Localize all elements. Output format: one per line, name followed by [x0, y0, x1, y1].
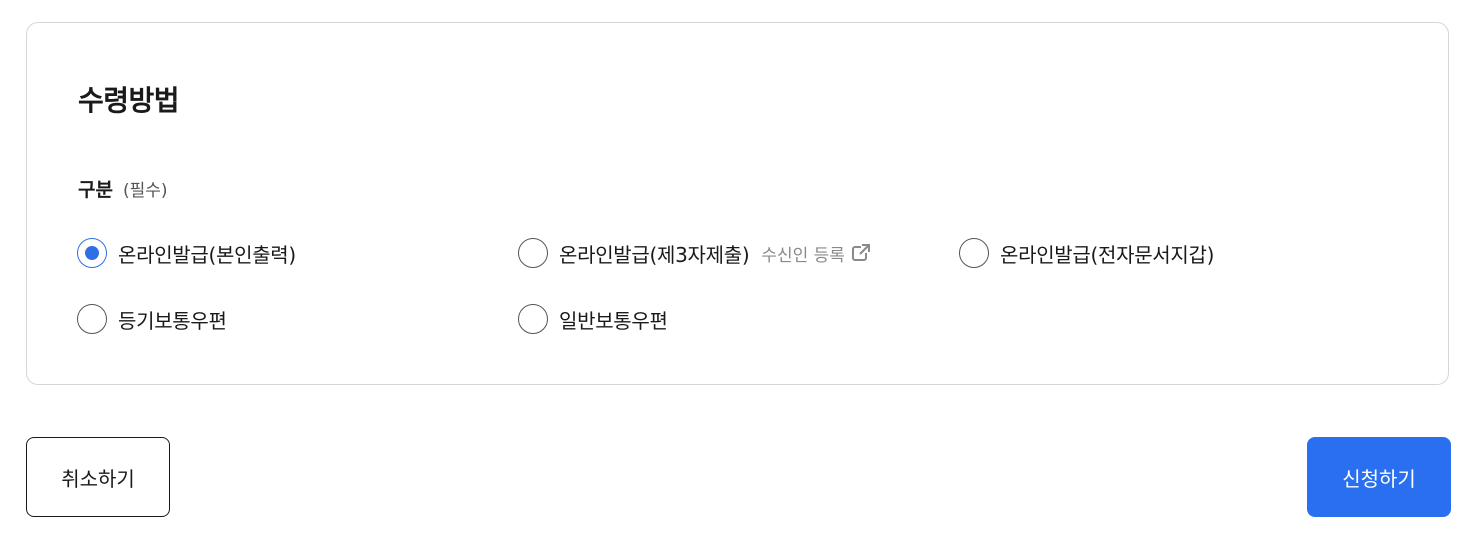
radio-dot — [85, 246, 99, 260]
radio-option-label: 일반보통우편 — [559, 308, 668, 333]
radio-option-online-digital-wallet[interactable]: 온라인발급(전자문서지갑) — [959, 237, 1214, 269]
radio-option-label: 온라인발급(전자문서지갑) — [1000, 242, 1215, 267]
radio-option-regular-mail[interactable]: 일반보통우편 — [518, 303, 668, 335]
field-label-text: 구분 — [78, 179, 113, 201]
external-link-icon — [851, 244, 870, 261]
radio-option-label: 온라인발급(본인출력) — [118, 242, 296, 267]
radio-option-label: 온라인발급(제3자제출) — [559, 242, 750, 267]
radio-option-online-self-print[interactable]: 온라인발급(본인출력) — [77, 237, 296, 269]
required-indicator: (필수) — [123, 181, 168, 201]
radio-button[interactable] — [518, 238, 548, 268]
radio-option-registered-mail[interactable]: 등기보통우편 — [77, 303, 227, 335]
radio-button[interactable] — [959, 238, 989, 268]
submit-button[interactable]: 신청하기 — [1307, 437, 1451, 517]
delivery-method-card: 수령방법 구분 (필수) 온라인발급(본인출력) 온라인발급(제3자제출) 수신… — [26, 22, 1449, 385]
radio-button[interactable] — [77, 304, 107, 334]
radio-option-online-third-party[interactable]: 온라인발급(제3자제출) 수신인 등록 — [518, 237, 871, 269]
register-recipient-label: 수신인 등록 — [761, 245, 845, 266]
section-title: 수령방법 — [78, 84, 180, 117]
cancel-button[interactable]: 취소하기 — [26, 437, 170, 517]
radio-button-checked[interactable] — [77, 238, 107, 268]
radio-option-label: 등기보통우편 — [118, 308, 227, 333]
register-recipient-link[interactable]: 수신인 등록 — [761, 241, 871, 266]
radio-button[interactable] — [518, 304, 548, 334]
field-label: 구분 (필수) — [78, 175, 168, 202]
